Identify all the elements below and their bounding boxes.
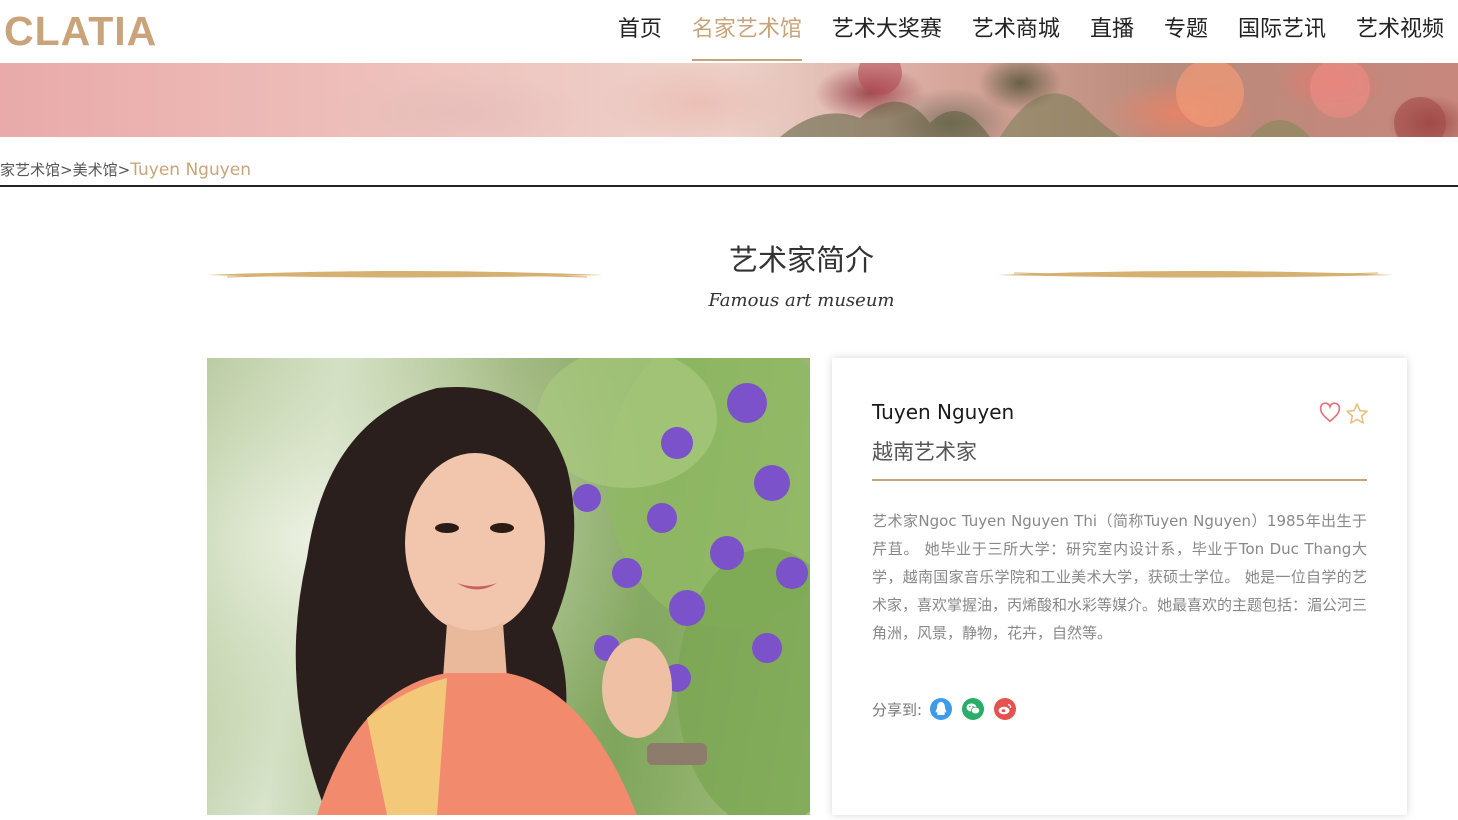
breadcrumb-divider xyxy=(0,185,1458,187)
nav-item-topics[interactable]: 专题 xyxy=(1164,0,1208,63)
artist-nationality: 越南艺术家 xyxy=(872,440,977,464)
banner-artwork xyxy=(780,63,1446,137)
nav-item-competition[interactable]: 艺术大奖赛 xyxy=(832,0,942,63)
card-actions xyxy=(1319,402,1369,426)
share-weibo-button[interactable] xyxy=(994,698,1017,720)
breadcrumb-item-museum-home[interactable]: 家艺术馆 xyxy=(0,161,60,179)
breadcrumb-separator: > xyxy=(60,161,73,179)
artist-portrait-photo xyxy=(207,358,810,815)
nav-item-intl-news[interactable]: 国际艺讯 xyxy=(1238,0,1326,63)
portrait-illustration xyxy=(207,358,810,815)
wechat-icon xyxy=(966,703,981,715)
artist-info-card: Tuyen Nguyen 越南艺术家 艺术家Ngoc Tuyen Nguyen … xyxy=(832,358,1407,815)
share-bar: 分享到: xyxy=(872,698,1026,720)
star-icon[interactable] xyxy=(1345,402,1369,426)
qq-icon xyxy=(935,702,947,715)
breadcrumb: 家艺术馆>美术馆>Tuyen Nguyen xyxy=(0,158,251,182)
breadcrumb-current: Tuyen Nguyen xyxy=(130,160,252,180)
share-qq-button[interactable] xyxy=(930,698,953,720)
nav-item-videos[interactable]: 艺术视频 xyxy=(1356,0,1444,63)
section-subtitle: Famous art museum xyxy=(708,290,895,311)
artist-biography: 艺术家Ngoc Tuyen Nguyen Thi（简称Tuyen Nguyen）… xyxy=(872,512,1368,642)
share-label: 分享到: xyxy=(872,700,923,719)
nav-item-home[interactable]: 首页 xyxy=(618,0,662,63)
title-flourish-right xyxy=(998,271,1394,278)
artist-name: Tuyen Nguyen xyxy=(872,400,1015,424)
breadcrumb-separator: > xyxy=(117,161,131,179)
nav-item-mall[interactable]: 艺术商城 xyxy=(972,0,1060,63)
main-nav: 首页 名家艺术馆 艺术大奖赛 艺术商城 直播 专题 国际艺讯 艺术视频 xyxy=(588,0,1444,63)
breadcrumb-item-gallery[interactable]: 美术馆 xyxy=(73,161,118,179)
share-wechat-button[interactable] xyxy=(962,698,985,720)
card-divider xyxy=(872,479,1367,481)
site-header: CLATIA 首页 名家艺术馆 艺术大奖赛 艺术商城 直播 专题 国际艺讯 艺术… xyxy=(0,0,1458,63)
heart-icon[interactable] xyxy=(1319,402,1341,424)
floral-banner-image xyxy=(0,63,1458,137)
site-logo[interactable]: CLATIA xyxy=(4,8,157,54)
weibo-icon xyxy=(998,703,1012,715)
nav-item-live[interactable]: 直播 xyxy=(1090,0,1134,63)
nav-item-museum[interactable]: 名家艺术馆 xyxy=(691,0,802,63)
